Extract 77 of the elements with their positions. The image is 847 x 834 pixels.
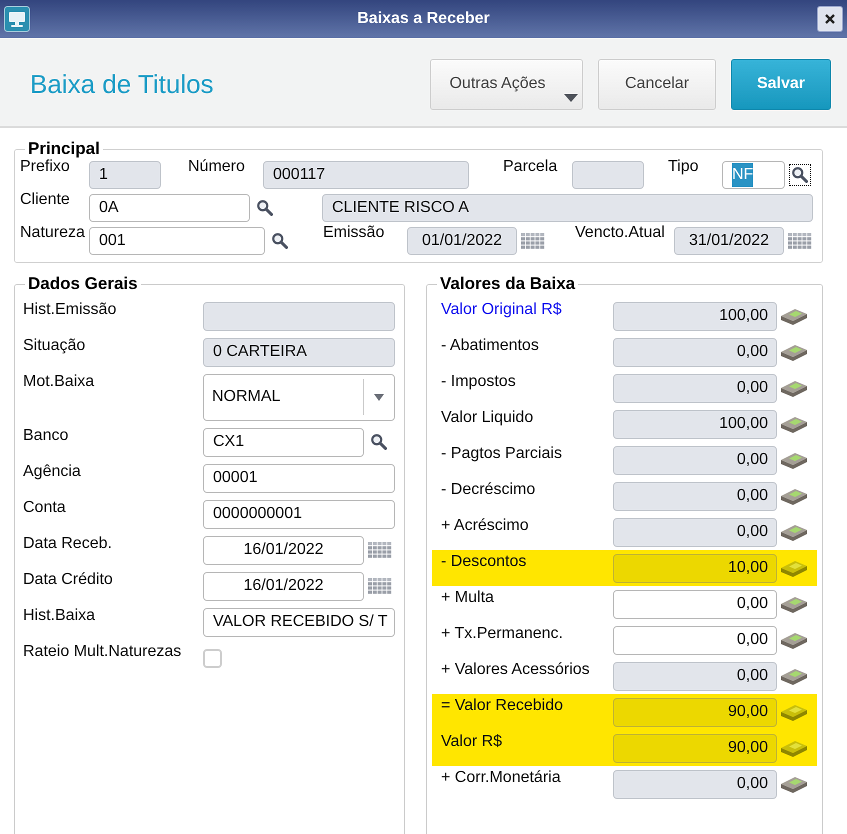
close-button[interactable]: [817, 6, 843, 32]
date-field[interactable]: 16/01/2022: [203, 572, 364, 600]
field-label: Natureza: [20, 224, 86, 242]
field-label: - Descontos: [441, 552, 528, 571]
field-label: + Valores Acessórios: [441, 660, 591, 679]
field-label: Valor R$: [441, 732, 504, 751]
field-label: Agência: [23, 462, 82, 481]
field-label: Rateio Mult.Naturezas: [23, 642, 182, 661]
field-label: + Tx.Permanenc.: [441, 624, 564, 643]
field-label: Vencto.Atual: [575, 224, 666, 242]
field-label: + Acréscimo: [441, 516, 530, 535]
field-label: Parcela: [503, 158, 558, 176]
field-label: = Valor Recebido: [441, 696, 564, 715]
input-field[interactable]: 0A: [89, 194, 250, 222]
cash-icon[interactable]: [780, 666, 808, 686]
input-field[interactable]: 0,00: [613, 590, 777, 618]
cash-icon[interactable]: [780, 378, 808, 398]
input-field[interactable]: CX1: [203, 428, 364, 456]
calendar-icon[interactable]: [788, 232, 812, 250]
dropdown[interactable]: NORMAL: [203, 374, 395, 420]
cash-icon[interactable]: [780, 486, 808, 506]
cancel-button[interactable]: Cancelar: [598, 58, 716, 110]
cash-icon[interactable]: [780, 306, 808, 326]
search-icon[interactable]: [269, 230, 291, 252]
menu-button[interactable]: Outras Ações: [430, 58, 583, 110]
cash-icon[interactable]: [780, 630, 808, 650]
cash-icon[interactable]: [780, 342, 808, 362]
field-label: Data Crédito: [23, 570, 114, 589]
input-field[interactable]: 0,00: [613, 626, 777, 654]
field-label: Hist.Emissão: [23, 300, 118, 319]
caret-icon: [564, 94, 578, 102]
field-label: Tipo: [668, 158, 700, 176]
input-field[interactable]: 001: [89, 227, 265, 255]
window-title: Baixas a Receber: [357, 9, 490, 29]
field-label: + Corr.Monetária: [441, 768, 562, 787]
section-title: Dados Gerais: [27, 274, 139, 294]
date-field[interactable]: 16/01/2022: [203, 536, 364, 564]
cash-icon[interactable]: [780, 522, 808, 542]
field-label: Mot.Baixa: [23, 372, 96, 391]
field-label: Banco: [23, 426, 70, 445]
monitor-icon: [4, 6, 30, 32]
input-field[interactable]: VALOR RECEBIDO S/ T: [203, 608, 395, 636]
field-label: - Abatimentos: [441, 336, 540, 355]
field-label: + Multa: [441, 588, 495, 607]
field-label: - Decréscimo: [441, 480, 536, 499]
caret-icon[interactable]: [374, 394, 384, 400]
field-label: Número: [188, 158, 246, 176]
calendar-icon[interactable]: [368, 577, 392, 595]
page-title: Baixa de Titulos: [30, 68, 215, 100]
section-title: Principal: [27, 139, 101, 159]
close-icon: [825, 14, 835, 24]
field-label: Data Receb.: [23, 534, 113, 553]
field-label: Conta: [23, 498, 67, 517]
calendar-icon[interactable]: [521, 232, 545, 250]
cash-icon[interactable]: [780, 738, 808, 758]
cash-icon[interactable]: [780, 414, 808, 434]
input-field[interactable]: 00001: [203, 464, 395, 492]
field-label: Hist.Baixa: [23, 606, 96, 625]
section-title: Valores da Baixa: [439, 274, 576, 294]
input-field[interactable]: 0000000001: [203, 500, 395, 528]
field-label: Cliente: [20, 191, 71, 209]
field-label: Prefixo: [20, 158, 71, 176]
field-label: Valor Liquido: [441, 408, 534, 427]
calendar-icon[interactable]: [368, 541, 392, 559]
field-label: - Pagtos Parciais: [441, 444, 563, 463]
cash-icon[interactable]: [780, 450, 808, 470]
field-label: Situação: [23, 336, 86, 355]
search-icon[interactable]: [254, 197, 276, 219]
cash-icon[interactable]: [780, 702, 808, 722]
cash-icon[interactable]: [780, 558, 808, 578]
checkbox[interactable]: [203, 648, 222, 668]
field-label: - Impostos: [441, 372, 517, 391]
search-icon[interactable]: [789, 164, 811, 186]
search-icon[interactable]: [368, 431, 390, 453]
cash-icon[interactable]: [780, 594, 808, 614]
cash-icon[interactable]: [780, 774, 808, 794]
field-label: Emissão: [323, 224, 386, 242]
